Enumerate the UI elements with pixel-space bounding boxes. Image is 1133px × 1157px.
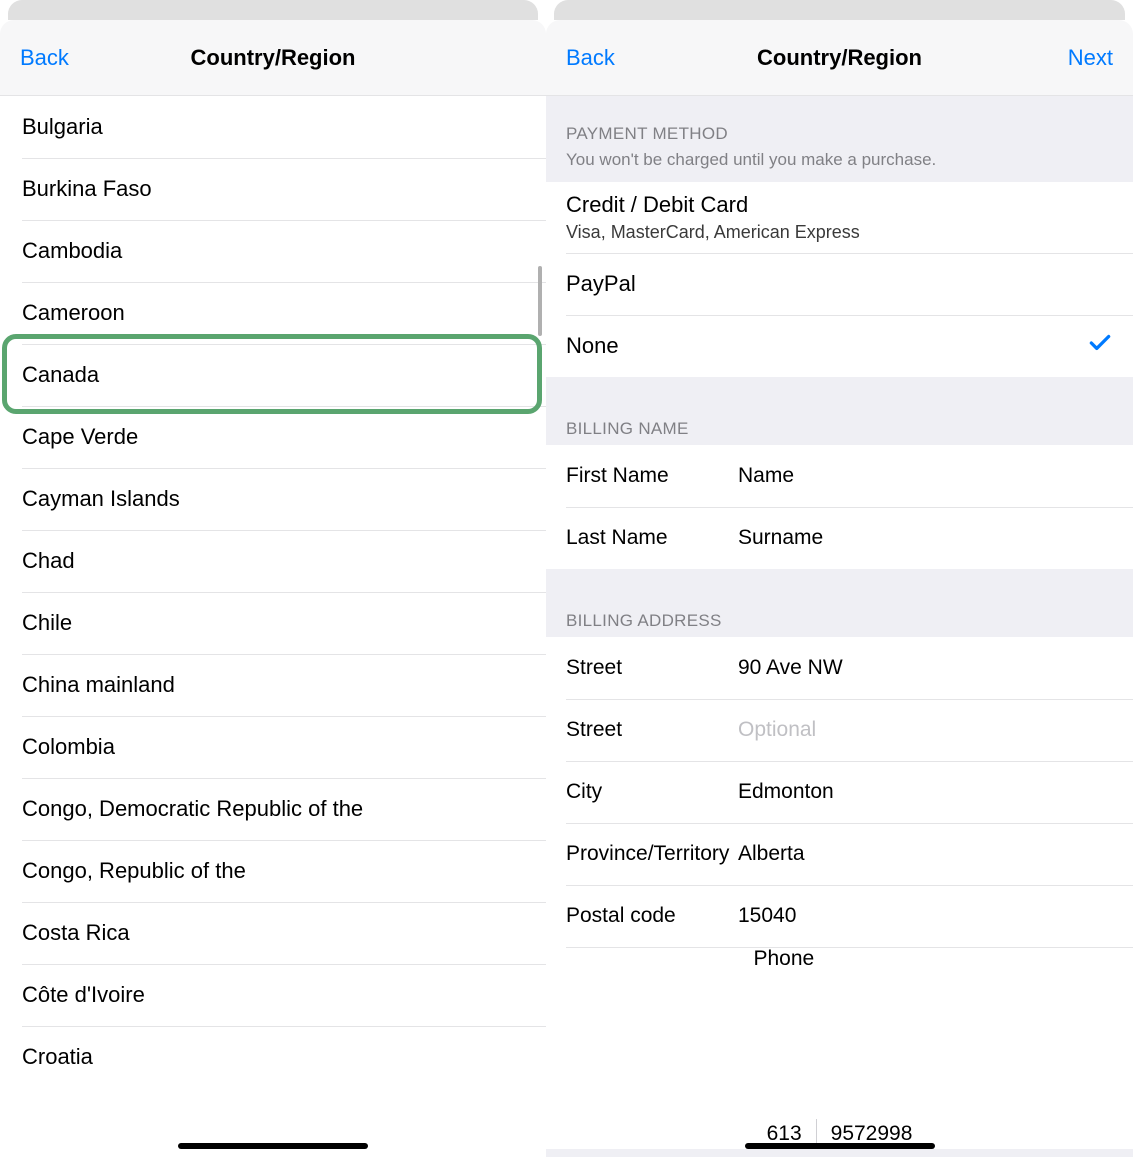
payment-option-label: None <box>566 333 619 359</box>
checkmark-icon <box>1087 330 1113 362</box>
payment-method-group: Credit / Debit Card Visa, MasterCard, Ame… <box>546 182 1133 377</box>
page-title: Country/Region <box>191 45 356 71</box>
payment-option[interactable]: PayPal <box>546 253 1133 315</box>
first-name-label: First Name <box>566 464 738 488</box>
billing-address-header: BILLING ADDRESS <box>546 569 1133 637</box>
country-item[interactable]: Cape Verde <box>0 406 546 468</box>
street2-label: Street <box>566 718 738 742</box>
country-item[interactable]: Bulgaria <box>0 96 546 158</box>
street1-field[interactable]: 90 Ave NW <box>738 656 1113 680</box>
left-screen: Back Country/Region BulgariaBurkina Faso… <box>0 0 546 1157</box>
country-item[interactable]: Colombia <box>0 716 546 778</box>
last-name-label: Last Name <box>566 526 738 550</box>
street1-row[interactable]: Street 90 Ave NW <box>546 637 1133 699</box>
country-item[interactable]: Croatia <box>0 1026 546 1088</box>
country-region-footer[interactable]: Country/Region: Canada <box>546 1149 1133 1157</box>
back-button[interactable]: Back <box>20 45 69 71</box>
next-button[interactable]: Next <box>1068 45 1113 71</box>
country-item[interactable]: Canada <box>0 344 546 406</box>
nav-header: Back Country/Region Next <box>546 20 1133 96</box>
last-name-field[interactable]: Surname <box>738 526 1113 550</box>
street1-label: Street <box>566 656 738 680</box>
billing-name-header: BILLING NAME <box>546 377 1133 445</box>
country-item[interactable]: China mainland <box>0 654 546 716</box>
payment-option-label: Credit / Debit Card <box>566 192 860 218</box>
payment-option[interactable]: Credit / Debit Card Visa, MasterCard, Ame… <box>546 182 1133 253</box>
country-item[interactable]: Côte d'Ivoire <box>0 964 546 1026</box>
country-item[interactable]: Congo, Democratic Republic of the <box>0 778 546 840</box>
country-item[interactable]: Chad <box>0 530 546 592</box>
payment-option-sublabel: Visa, MasterCard, American Express <box>566 222 860 243</box>
page-title: Country/Region <box>757 45 922 71</box>
postal-field[interactable]: 15040 <box>738 904 1113 928</box>
country-list-scroll[interactable]: BulgariaBurkina FasoCambodiaCameroonCana… <box>0 96 546 1157</box>
street2-row[interactable]: Street Optional <box>546 699 1133 761</box>
billing-address-group: Street 90 Ave NW Street Optional City Ed… <box>546 637 1133 1149</box>
last-name-row[interactable]: Last Name Surname <box>546 507 1133 569</box>
country-item[interactable]: Cambodia <box>0 220 546 282</box>
sheet-tab <box>554 0 1125 20</box>
postal-label: Postal code <box>566 904 738 928</box>
country-item[interactable]: Chile <box>0 592 546 654</box>
phone-label: Phone <box>754 947 926 1119</box>
right-screen: Back Country/Region Next PAYMENT METHOD … <box>546 0 1133 1157</box>
city-row[interactable]: City Edmonton <box>546 761 1133 823</box>
phone-row[interactable]: Phone 613 9572998 <box>546 947 1133 1149</box>
first-name-field[interactable]: Name <box>738 464 1113 488</box>
form-scroll[interactable]: PAYMENT METHOD You won't be charged unti… <box>546 96 1133 1157</box>
nav-header: Back Country/Region <box>0 20 546 96</box>
payment-option[interactable]: None <box>546 315 1133 377</box>
payment-method-subtext: You won't be charged until you make a pu… <box>546 150 1133 182</box>
country-item[interactable]: Cayman Islands <box>0 468 546 530</box>
payment-method-header: PAYMENT METHOD <box>546 96 1133 150</box>
postal-row[interactable]: Postal code 15040 <box>546 885 1133 947</box>
sheet-tab <box>8 0 538 20</box>
country-item[interactable]: Cameroon <box>0 282 546 344</box>
city-label: City <box>566 780 738 804</box>
scrollbar-thumb[interactable] <box>538 266 542 336</box>
billing-name-group: First Name Name Last Name Surname <box>546 445 1133 569</box>
home-indicator[interactable] <box>745 1143 935 1149</box>
payment-option-label: PayPal <box>566 271 636 297</box>
street2-field[interactable]: Optional <box>738 718 1113 742</box>
province-row[interactable]: Province/Territory Alberta <box>546 823 1133 885</box>
city-field[interactable]: Edmonton <box>738 780 1113 804</box>
province-label: Province/Territory <box>566 842 738 866</box>
back-button[interactable]: Back <box>566 45 615 71</box>
country-item[interactable]: Costa Rica <box>0 902 546 964</box>
country-item[interactable]: Congo, Republic of the <box>0 840 546 902</box>
country-item[interactable]: Burkina Faso <box>0 158 546 220</box>
home-indicator[interactable] <box>178 1143 368 1149</box>
province-field[interactable]: Alberta <box>738 842 1113 866</box>
first-name-row[interactable]: First Name Name <box>546 445 1133 507</box>
